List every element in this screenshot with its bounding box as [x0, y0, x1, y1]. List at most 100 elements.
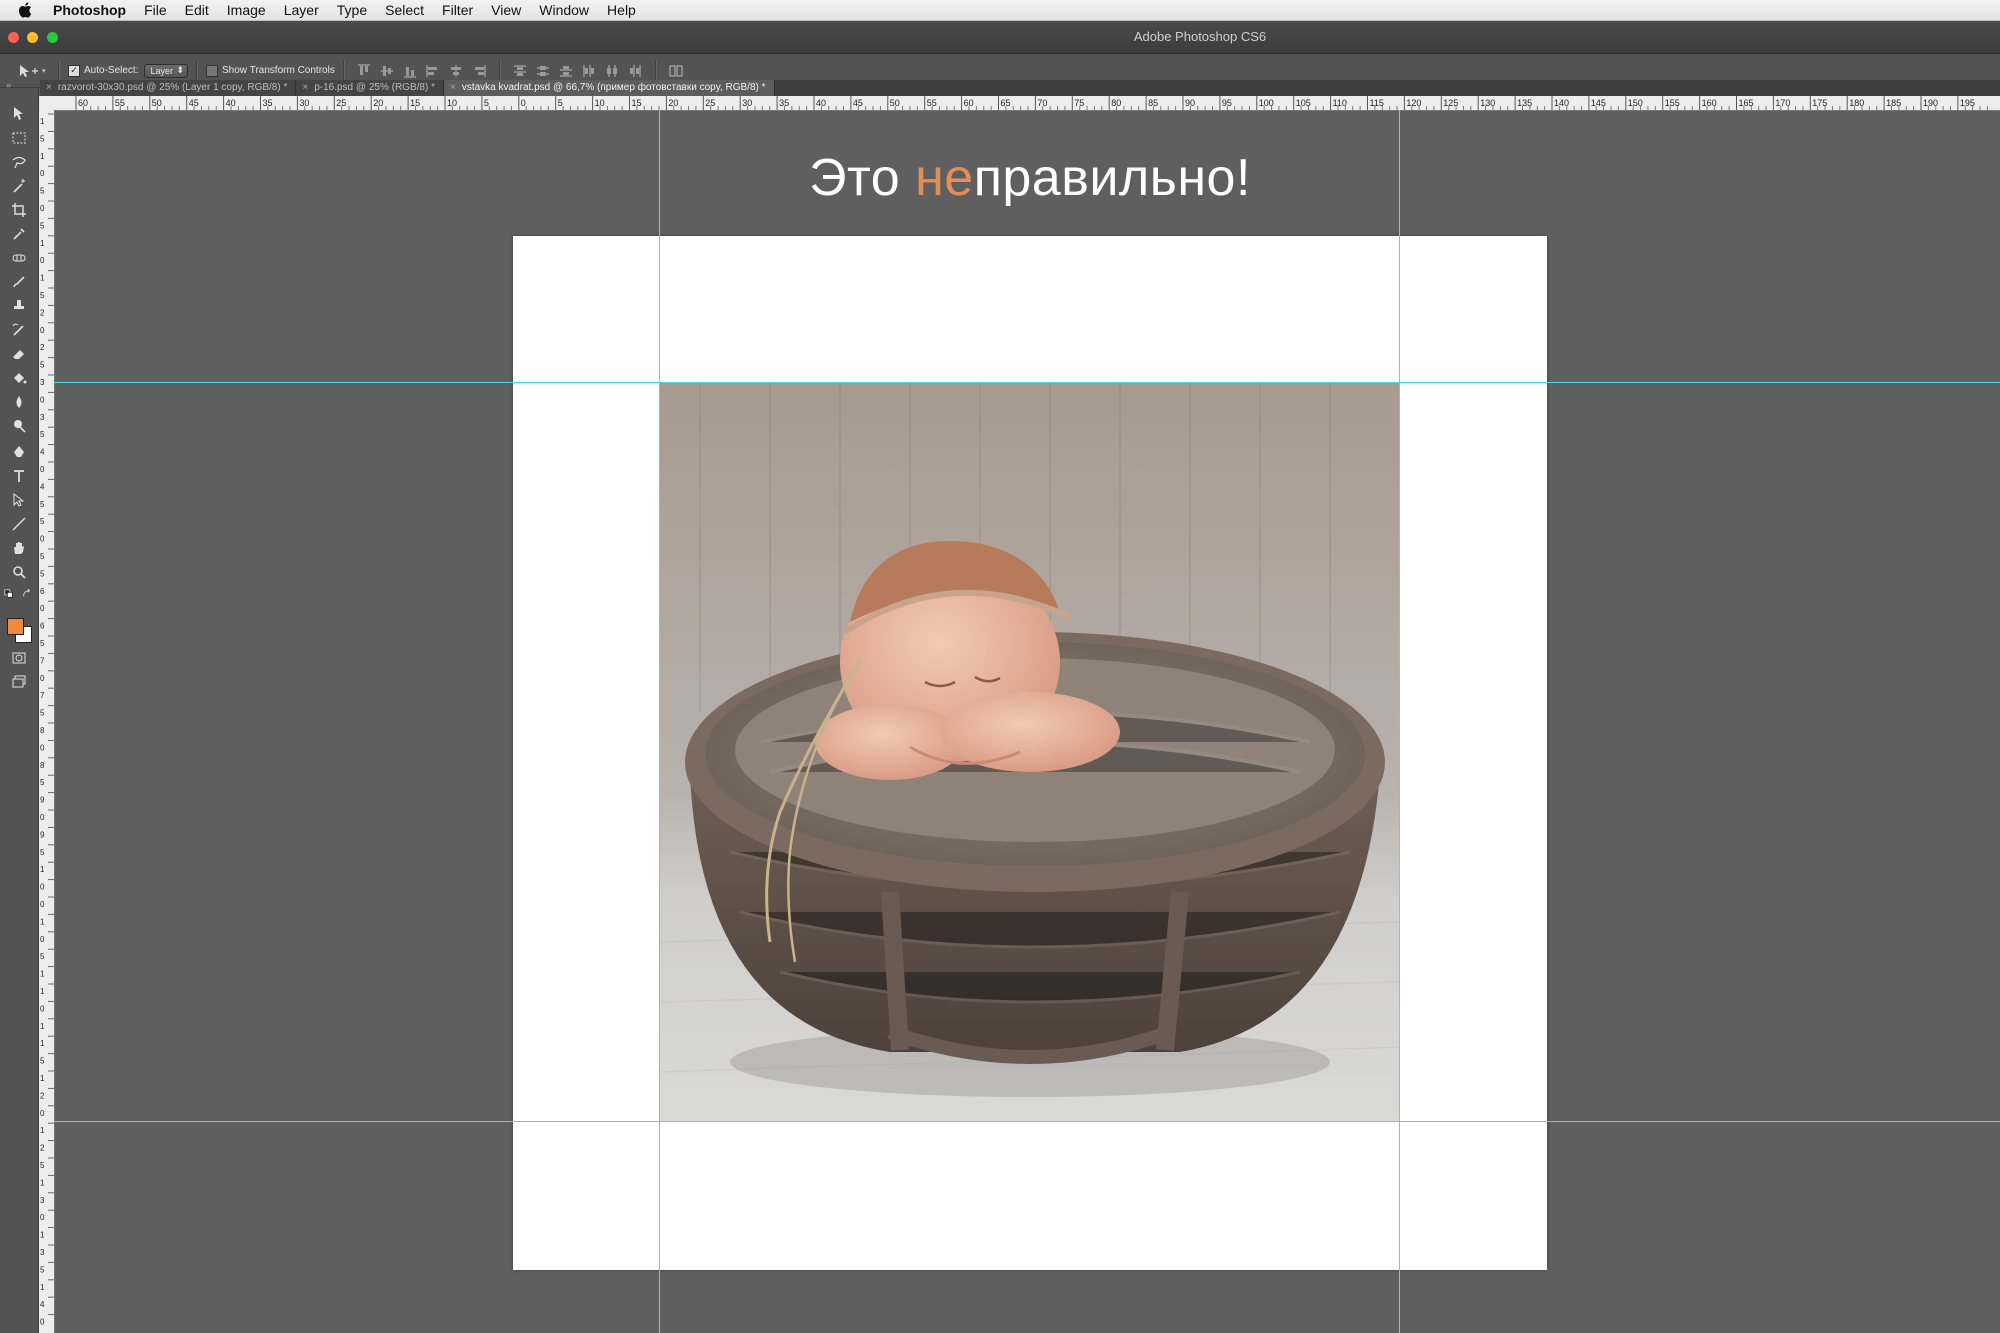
ruler-label: 5 [40, 1161, 45, 1170]
horizontal-guide[interactable] [54, 382, 2000, 383]
hand-tool[interactable] [9, 538, 29, 558]
magic-wand-tool[interactable] [9, 176, 29, 196]
distribute-vertical-centers-button[interactable] [535, 62, 552, 79]
align-bottom-edges-button[interactable] [402, 62, 419, 79]
vertical-ruler[interactable]: 1510505101520253035404550556065707580859… [38, 110, 55, 1333]
paint-bucket-tool[interactable] [9, 368, 29, 388]
ruler-label: 3 [40, 1196, 45, 1205]
options-divider [58, 59, 60, 82]
ruler-label: 1 [40, 239, 45, 248]
eyedropper-tool[interactable] [9, 224, 29, 244]
ruler-label: 15 [410, 98, 420, 108]
marquee-tool[interactable] [9, 128, 29, 148]
show-transform-controls-checkbox[interactable] [206, 64, 218, 77]
distribute-left-edges-button[interactable] [581, 62, 598, 79]
screen-mode-button[interactable] [9, 672, 29, 692]
align-top-edges-button[interactable] [356, 62, 373, 79]
close-tab-icon[interactable]: × [302, 82, 308, 93]
tab-p16[interactable]: × p-16.psd @ 25% (RGB/8) * [296, 80, 444, 96]
ruler-label: 5 [40, 1057, 45, 1066]
apple-logo-icon[interactable] [17, 1, 35, 19]
bandage-icon [12, 254, 26, 262]
ruler-label: 135 [1517, 98, 1532, 108]
align-horizontal-centers-button[interactable] [448, 62, 465, 79]
ruler-label: 70 [1037, 98, 1047, 108]
ruler-label: 3 [40, 378, 45, 387]
menu-file[interactable]: File [135, 0, 176, 20]
history-brush-tool[interactable] [9, 320, 29, 340]
ruler-label: 130 [1480, 98, 1495, 108]
eraser-tool[interactable] [9, 344, 29, 364]
horizontal-ruler[interactable]: 60 55 50 45 40 35 30 25 20 15 10 5 0 5 10 15 20 25 30 35 40 4… [40, 96, 2000, 111]
menu-view[interactable]: View [482, 0, 530, 20]
ruler-label: 5 [40, 952, 45, 961]
options-divider [196, 59, 198, 82]
quick-mask-button[interactable] [9, 648, 29, 668]
menu-type[interactable]: Type [328, 0, 376, 20]
blur-tool[interactable] [9, 392, 29, 412]
move-tool-icon [20, 64, 38, 77]
ruler-label: 2 [40, 308, 45, 317]
menu-edit[interactable]: Edit [176, 0, 218, 20]
foreground-color-swatch[interactable] [7, 618, 24, 635]
crop-tool[interactable] [9, 200, 29, 220]
history-brush-icon [12, 323, 24, 336]
zoom-tool[interactable] [9, 562, 29, 582]
default-colors-button[interactable] [2, 588, 16, 600]
healing-brush-tool[interactable] [9, 248, 29, 268]
auto-align-layers-button[interactable] [668, 62, 685, 79]
menu-select[interactable]: Select [376, 0, 433, 20]
horizontal-guide[interactable] [54, 1121, 2000, 1122]
ruler-label: 1 [40, 865, 45, 874]
type-tool[interactable] [9, 466, 29, 486]
ruler-label: 35 [263, 98, 273, 108]
tab-vstavka-kvadrat[interactable]: × vstavka kvadrat.psd @ 66,7% (пример фот… [443, 80, 775, 96]
ruler-label: 9 [40, 830, 45, 839]
auto-select-target-dropdown[interactable]: Layer [144, 63, 188, 78]
auto-select-checkbox[interactable]: ✓ [68, 64, 80, 77]
menu-filter[interactable]: Filter [433, 0, 482, 20]
align-right-edges-button[interactable] [471, 62, 488, 79]
tab-razvorot[interactable]: × razvorot-30x30.psd @ 25% (Layer 1 copy,… [40, 80, 297, 96]
ruler-label: 150 [1628, 98, 1643, 108]
menu-help[interactable]: Help [598, 0, 645, 20]
close-tab-icon[interactable]: × [46, 82, 52, 93]
distribute-right-edges-button[interactable] [627, 62, 644, 79]
vertical-guide[interactable] [1399, 110, 1400, 1333]
menu-layer[interactable]: Layer [275, 0, 328, 20]
vertical-guide[interactable] [659, 110, 660, 1333]
move-tool-icon [14, 107, 23, 120]
brush-tool[interactable] [9, 272, 29, 292]
line-tool[interactable] [9, 514, 29, 534]
align-right-icon [475, 64, 486, 77]
ruler-label: 4 [40, 448, 45, 457]
distribute-horizontal-centers-button[interactable] [604, 62, 621, 79]
lasso-tool[interactable] [9, 152, 29, 172]
move-tool-preset-picker[interactable]: ▾ [18, 62, 50, 80]
ruler-label: 5 [484, 98, 489, 108]
align-vertical-centers-button[interactable] [379, 62, 396, 79]
pen-icon [14, 446, 24, 457]
ruler-label: 25 [336, 98, 346, 108]
swap-colors-button[interactable] [20, 588, 34, 600]
menu-app-photoshop[interactable]: Photoshop [47, 0, 135, 20]
menu-window[interactable]: Window [530, 0, 598, 20]
close-tab-icon[interactable]: × [450, 82, 456, 93]
ruler-label: 9 [40, 796, 45, 805]
align-left-edges-button[interactable] [425, 62, 442, 79]
menu-image[interactable]: Image [218, 0, 275, 20]
ruler-label: 125 [1443, 98, 1458, 108]
dodge-tool[interactable] [9, 416, 29, 436]
ruler-label: 5 [40, 134, 45, 143]
distribute-bottom-edges-button[interactable] [558, 62, 575, 79]
distribute-vcenter-icon [537, 65, 550, 76]
pen-tool[interactable] [9, 442, 29, 462]
ruler-label: 10 [447, 98, 457, 108]
clone-stamp-tool[interactable] [9, 296, 29, 316]
path-selection-tool[interactable] [9, 490, 29, 510]
move-tool[interactable] [9, 104, 29, 124]
ruler-label: 145 [1591, 98, 1606, 108]
newborn-photo[interactable] [660, 382, 1400, 1122]
distribute-top-edges-button[interactable] [512, 62, 529, 79]
ruler-label: 45 [189, 98, 199, 108]
